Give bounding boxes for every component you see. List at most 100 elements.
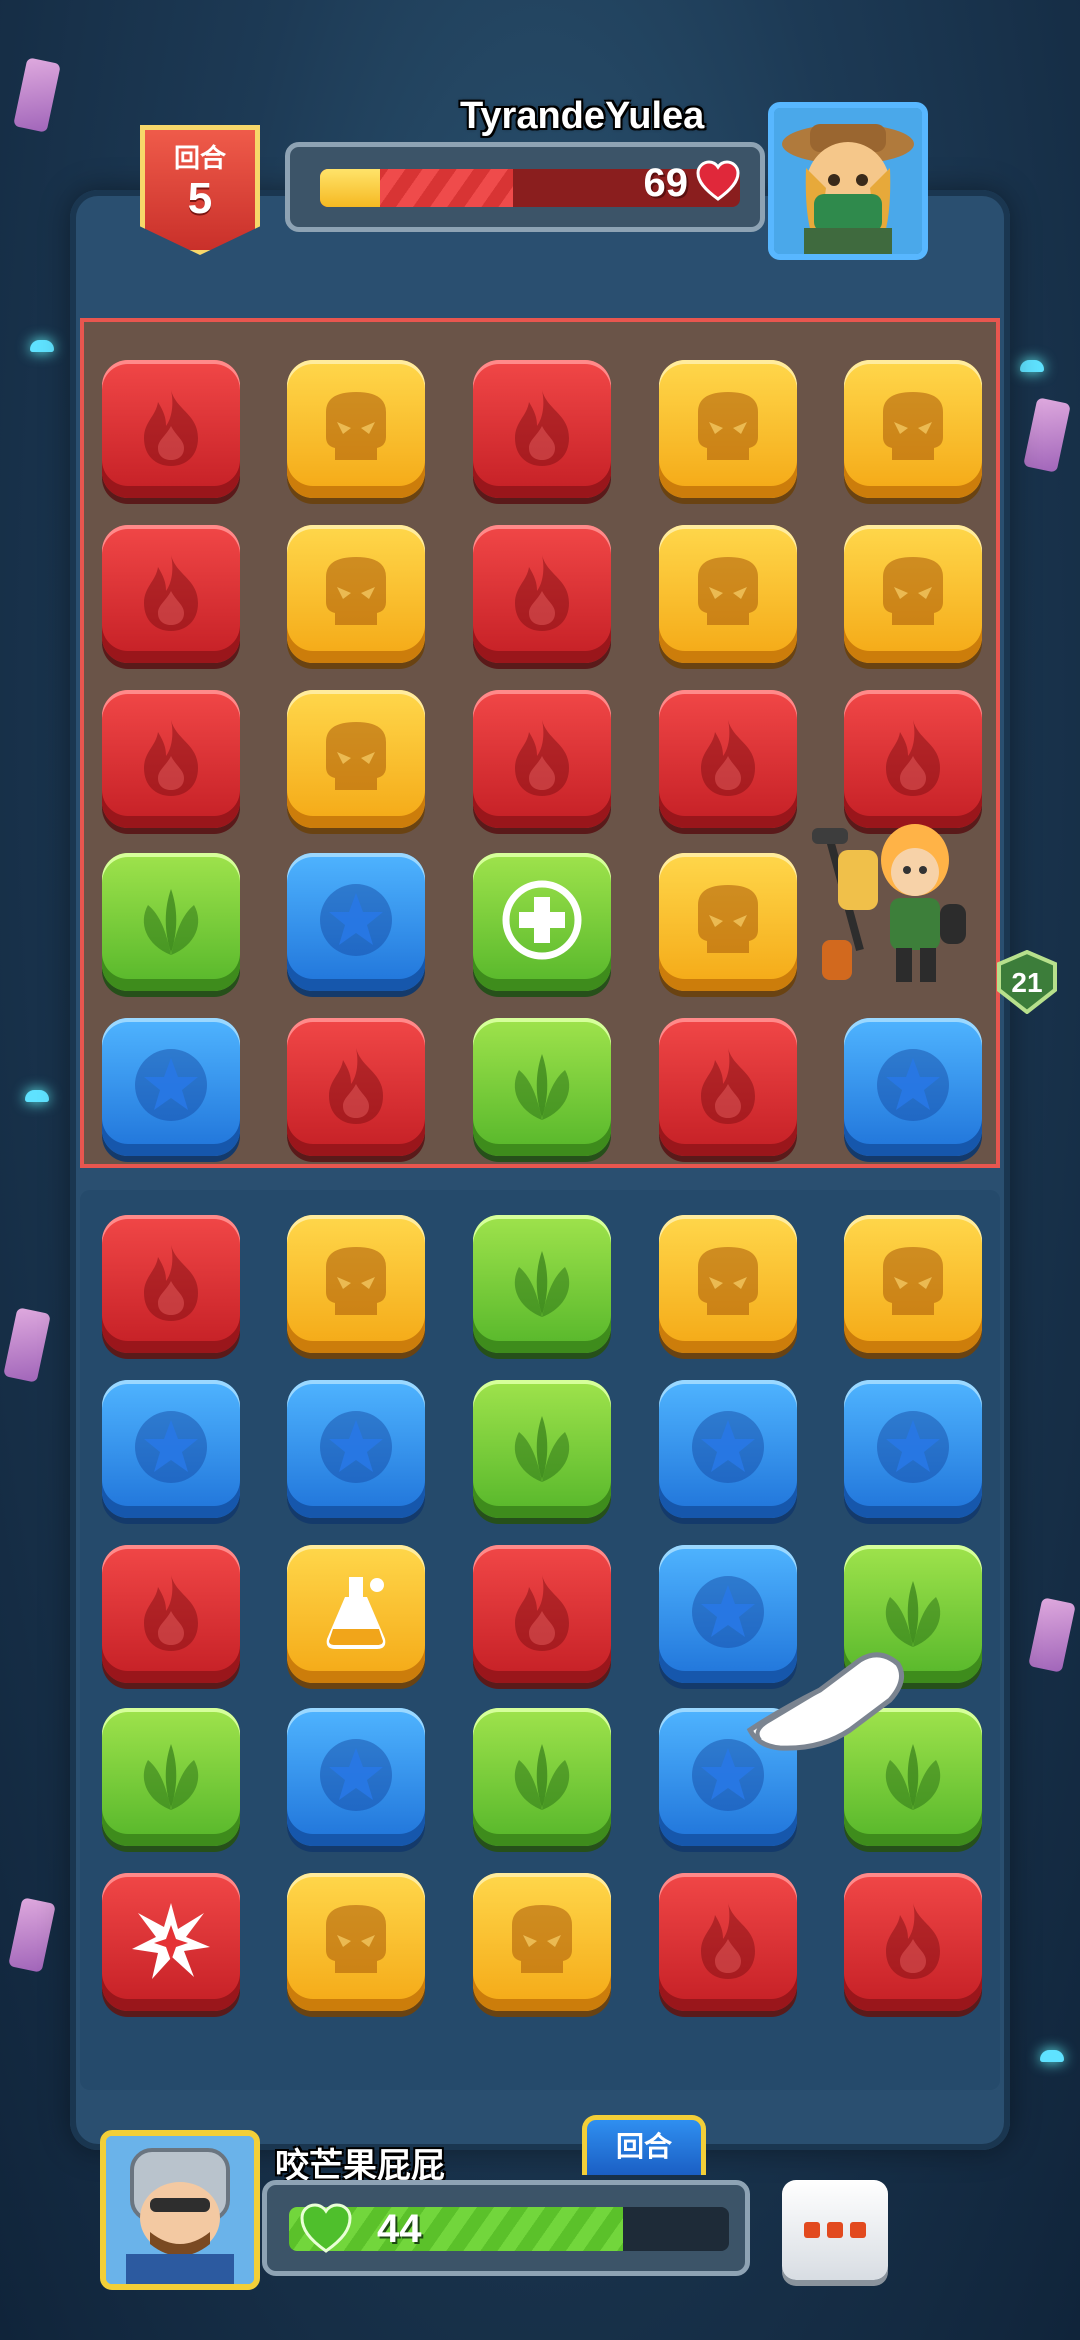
leaf-icon [514,1416,570,1482]
enemy-tile-green[interactable] [473,1018,611,1156]
round-number: 5 [187,174,213,223]
menu-button[interactable] [782,2180,888,2280]
fire-icon [144,390,198,466]
player-tile-yellow[interactable] [473,1873,611,2011]
potion-icon [326,1577,386,1649]
player-portrait-icon [106,2136,254,2284]
background-mushroom [30,340,54,352]
skull-icon [698,1247,758,1315]
enemy-tile-red[interactable] [102,525,240,663]
enemy-tile-red[interactable] [102,690,240,828]
player-tile-yellow-potion[interactable] [287,1545,425,1683]
star-icon [135,1049,207,1121]
enemy-tile-red[interactable] [473,360,611,498]
leaf-icon [143,889,199,955]
player-tile-blue[interactable] [844,1380,982,1518]
fire-icon [329,1048,383,1124]
player-tile-red[interactable] [102,1215,240,1353]
green-heart-icon [300,2203,352,2253]
enemy-tile-red[interactable] [473,690,611,828]
enemy-tile-red[interactable] [473,525,611,663]
player-tile-green[interactable] [473,1380,611,1518]
burst-icon [132,1903,210,1979]
hero-level-badge: 21 [997,950,1057,1014]
fire-icon [701,1048,755,1124]
more-dots-icon [804,2222,866,2238]
enemy-tile-yellow[interactable] [287,525,425,663]
player-hp-track [289,2207,729,2251]
background-crystal [1023,397,1071,473]
star-icon [320,1411,392,1483]
player-tile-red-burst[interactable] [102,1873,240,2011]
round-label: 回合 [173,143,226,173]
enemy-tile-red[interactable] [659,1018,797,1156]
player-tile-yellow[interactable] [287,1873,425,2011]
player-tile-yellow[interactable] [287,1215,425,1353]
player-tile-blue[interactable] [659,1380,797,1518]
player-tile-green[interactable] [102,1708,240,1846]
enemy-tile-red[interactable] [102,360,240,498]
enemy-tile-yellow[interactable] [844,360,982,498]
enemy-tile-yellow[interactable] [287,690,425,828]
enemy-hp-bar: 69 [285,142,765,232]
turn-indicator-tab: 回合 [582,2115,706,2175]
heart-icon [696,160,740,201]
enemy-tile-yellow[interactable] [844,525,982,663]
skull-icon [326,1905,386,1973]
player-tile-red[interactable] [659,1873,797,2011]
background-crystal [1028,1597,1076,1673]
player-tile-yellow[interactable] [659,1215,797,1353]
enemy-tile-blue[interactable] [844,1018,982,1156]
background-crystal [13,57,61,133]
heal-cross-icon [502,880,582,960]
fire-icon [886,1903,940,1979]
player-hp-value: 44 [377,2207,422,2251]
hero-level-text: 21 [1011,967,1042,998]
skull-icon [883,1247,943,1315]
enemy-tile-blue[interactable] [287,853,425,991]
fire-icon [515,720,569,796]
enemy-tile-green[interactable] [102,853,240,991]
player-tile-green[interactable] [473,1215,611,1353]
star-icon [320,1739,392,1811]
player-tile-blue[interactable] [287,1708,425,1846]
enemy-tile-blue[interactable] [102,1018,240,1156]
background-mushroom [1040,2050,1064,2062]
star-icon [320,884,392,956]
player-tile-yellow[interactable] [844,1215,982,1353]
fire-icon [144,720,198,796]
skull-icon [698,557,758,625]
enemy-tile-yellow[interactable] [287,360,425,498]
skull-icon [326,722,386,790]
enemy-tile-red[interactable] [287,1018,425,1156]
enemy-tile-green-heal[interactable] [473,853,611,991]
enemy-hero-sprite[interactable] [790,800,990,1000]
leaf-icon [514,1744,570,1810]
player-avatar[interactable] [100,2130,260,2290]
enemy-tile-red[interactable] [659,690,797,828]
leaf-icon [514,1054,570,1120]
fire-icon [886,720,940,796]
background-crystal [8,1897,56,1973]
player-tile-red[interactable] [473,1545,611,1683]
star-icon [692,1411,764,1483]
skull-icon [326,1247,386,1315]
player-tile-blue[interactable] [102,1380,240,1518]
enemy-tile-yellow[interactable] [659,525,797,663]
background-mushroom [1020,360,1044,372]
fire-icon [515,555,569,631]
player-hp-bar: 44 [262,2180,750,2276]
star-icon [877,1049,949,1121]
background-crystal [3,1307,51,1383]
player-tile-blue[interactable] [287,1380,425,1518]
player-tile-red[interactable] [844,1873,982,2011]
player-tile-red[interactable] [102,1545,240,1683]
leaf-icon [143,1744,199,1810]
enemy-name: TyrandeYulea [460,95,705,137]
skull-icon [512,1905,572,1973]
enemy-tile-yellow[interactable] [659,853,797,991]
fire-icon [515,390,569,466]
player-tile-green[interactable] [473,1708,611,1846]
enemy-tile-yellow[interactable] [659,360,797,498]
enemy-avatar[interactable] [768,102,928,260]
